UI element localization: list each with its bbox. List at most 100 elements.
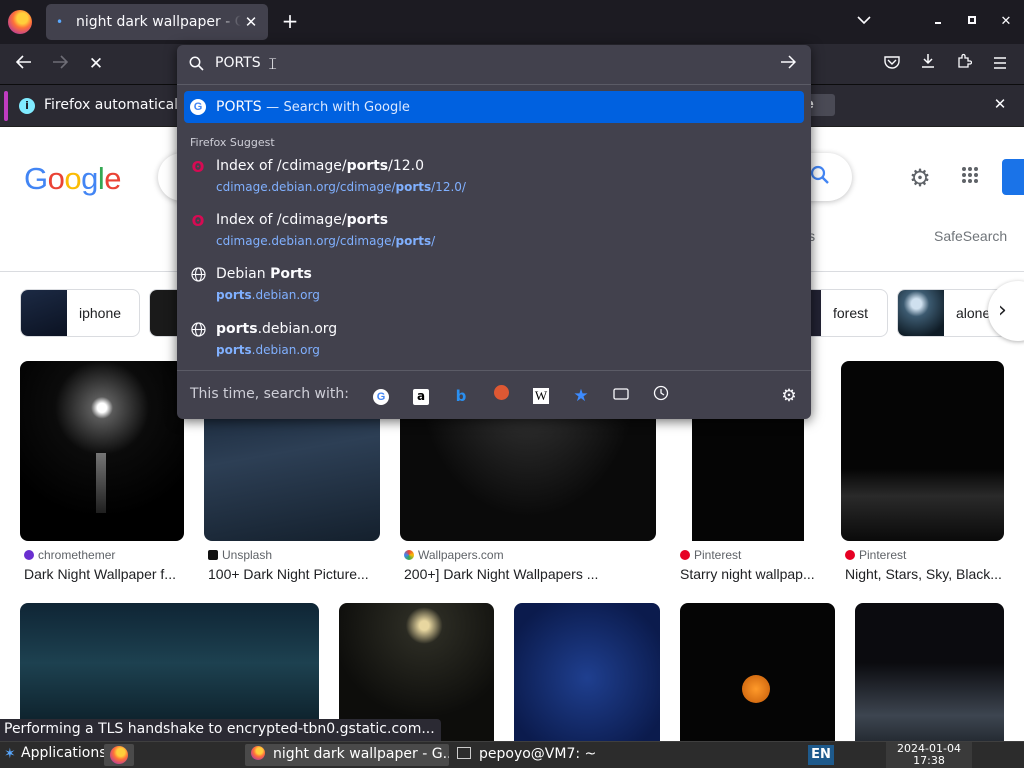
result-caption[interactable]: 100+ Dark Night Picture...	[208, 566, 380, 582]
search-icon	[189, 56, 205, 72]
result-caption[interactable]: Night, Stars, Sky, Black...	[845, 566, 1005, 582]
duckduckgo-engine-icon[interactable]	[490, 385, 512, 407]
divider	[177, 84, 811, 85]
tabs-icon[interactable]	[610, 385, 632, 407]
applications-menu[interactable]: ✶ Applications	[4, 745, 107, 767]
bing-engine-icon[interactable]: b	[450, 385, 472, 407]
suggestion-url: ports.debian.org	[216, 343, 320, 357]
tab-bar: • night dark wallpaper - Google Search ✕…	[0, 0, 1024, 44]
text-cursor-icon: 𝙸	[267, 54, 279, 73]
forward-arrow-icon[interactable]	[48, 52, 72, 76]
source-favicon	[24, 550, 34, 560]
suggestion-label: PORTS — Search with Google	[216, 99, 410, 115]
search-icon[interactable]	[810, 165, 836, 191]
bookmarks-star-icon[interactable]: ★	[570, 385, 592, 407]
extensions-icon[interactable]	[952, 52, 976, 76]
loading-dot-icon: •	[56, 15, 64, 29]
result-image[interactable]	[841, 361, 1004, 541]
notification-close-icon[interactable]: ✕	[990, 94, 1010, 114]
suggestion-row[interactable]: Debian Ports ports.debian.org	[184, 263, 804, 313]
divider	[177, 370, 811, 371]
result-source[interactable]: Pinterest	[680, 548, 741, 562]
firefox-logo-icon[interactable]	[8, 10, 32, 34]
close-tab-icon[interactable]: ✕	[242, 13, 260, 31]
xfce-logo-icon: ✶	[4, 746, 16, 762]
suggestion-search-google[interactable]: G PORTS — Search with Google	[184, 91, 804, 123]
chip-thumbnail	[21, 290, 67, 336]
go-arrow-icon[interactable]	[777, 54, 799, 76]
chip-label: iphone	[79, 305, 122, 321]
google-logo[interactable]: Google	[24, 161, 122, 197]
status-text: Performing a TLS handshake to encrypted-…	[0, 719, 441, 741]
keyboard-layout-indicator[interactable]: EN	[808, 745, 834, 765]
firefox-launcher-icon[interactable]	[104, 744, 134, 766]
wikipedia-engine-icon[interactable]: W	[530, 385, 552, 407]
new-tab-button[interactable]: +	[278, 10, 302, 34]
taskbar-window-terminal[interactable]: pepoyo@VM7: ~	[451, 744, 646, 766]
suggestion-title: ports.debian.org	[216, 321, 338, 337]
source-favicon	[208, 550, 218, 560]
result-source[interactable]: Wallpapers.com	[404, 548, 504, 562]
result-caption[interactable]: Starry night wallpap...	[680, 566, 822, 582]
sign-in-button[interactable]	[1002, 159, 1024, 195]
result-image[interactable]	[514, 603, 660, 741]
debian-icon: ʘ	[191, 212, 205, 230]
suggestion-row[interactable]: ports.debian.org ports.debian.org	[184, 318, 804, 368]
chip-label: alone	[956, 305, 991, 321]
back-arrow-icon[interactable]	[12, 52, 36, 76]
oneoff-label: This time, search with:	[190, 386, 349, 402]
amazon-engine-icon[interactable]: a	[410, 385, 432, 407]
suggestions-heading: Firefox Suggest	[190, 136, 275, 149]
clock-time: 17:38	[913, 754, 945, 767]
chip-thumbnail	[898, 290, 944, 336]
chip-iphone[interactable]: iphone	[20, 289, 140, 337]
safesearch-button[interactable]: SafeSearch	[934, 228, 1007, 244]
list-all-tabs-icon[interactable]	[852, 10, 876, 34]
debian-icon: ʘ	[191, 158, 205, 176]
suggestion-url: ports.debian.org	[216, 288, 320, 302]
google-engine-icon[interactable]: G	[370, 385, 392, 407]
search-settings-gear-icon[interactable]: ⚙	[778, 385, 800, 407]
stop-loading-icon[interactable]: ✕	[84, 52, 108, 76]
result-caption[interactable]: 200+] Dark Night Wallpapers ...	[404, 566, 654, 582]
browser-tab[interactable]: • night dark wallpaper - Google Search ✕	[46, 4, 268, 40]
orange-moon	[742, 675, 770, 703]
minimize-button[interactable]	[926, 10, 950, 34]
google-icon: G	[190, 99, 206, 115]
urlbar-dropdown: PORTS 𝙸 G PORTS — Search with Google Fir…	[177, 45, 811, 419]
chip-label: forest	[833, 305, 869, 321]
result-image[interactable]	[855, 603, 1004, 741]
globe-icon	[190, 267, 206, 283]
suggestion-url: cdimage.debian.org/cdimage/ports/	[216, 234, 436, 248]
taskbar-window-firefox[interactable]: night dark wallpaper - G...	[245, 744, 449, 766]
pocket-icon[interactable]	[880, 52, 904, 76]
maximize-button[interactable]	[960, 10, 984, 34]
suggestion-title: Index of /cdimage/ports	[216, 212, 389, 228]
pinterest-icon	[845, 550, 855, 560]
close-window-button[interactable]: ✕	[994, 10, 1018, 34]
firefox-icon	[251, 746, 265, 760]
suggestion-title: Debian Ports	[216, 266, 312, 282]
globe-icon	[190, 322, 206, 338]
google-apps-icon[interactable]	[955, 163, 985, 193]
result-image[interactable]	[20, 361, 184, 541]
terminal-icon	[457, 747, 471, 759]
result-image[interactable]	[680, 603, 835, 741]
chip-forest[interactable]: forest	[800, 289, 888, 337]
downloads-icon[interactable]	[916, 52, 940, 76]
suggestion-row[interactable]: ʘ Index of /cdimage/ports cdimage.debian…	[184, 209, 804, 259]
taskbar: ✶ Applications night dark wallpaper - G..…	[0, 741, 1024, 768]
info-icon: i	[19, 98, 35, 114]
source-favicon	[404, 550, 414, 560]
moon-reflection	[96, 453, 106, 513]
result-source[interactable]: Unsplash	[208, 548, 272, 562]
suggestion-row[interactable]: ʘ Index of /cdimage/ports/12.0 cdimage.d…	[184, 155, 804, 205]
result-source[interactable]: chromethemer	[24, 548, 115, 562]
url-input[interactable]: PORTS	[215, 55, 261, 71]
result-caption[interactable]: Dark Night Wallpaper f...	[24, 566, 180, 582]
result-source[interactable]: Pinterest	[845, 548, 906, 562]
clock[interactable]: 2024-01-04 17:38	[886, 742, 972, 768]
history-clock-icon[interactable]	[650, 385, 672, 407]
app-menu-icon[interactable]	[988, 52, 1012, 76]
gear-icon[interactable]: ⚙	[905, 163, 935, 193]
